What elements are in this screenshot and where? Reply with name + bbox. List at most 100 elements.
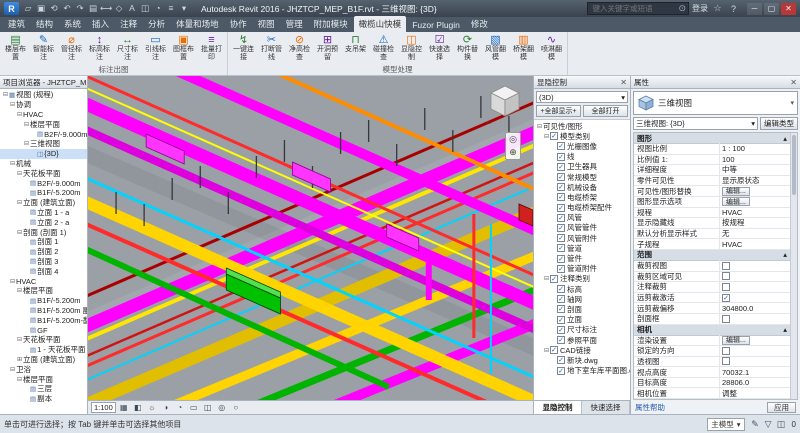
ribbon-button[interactable]: ⚠碰撞检查 <box>370 33 397 62</box>
ribbon-tab-structure[interactable]: 结构 <box>31 16 58 32</box>
default-3d-view-icon[interactable]: ◫ <box>139 2 151 15</box>
ribbon-button[interactable]: ◫显隐控制 <box>398 33 425 62</box>
property-value[interactable]: 编辑... <box>720 187 790 196</box>
ribbon-tab-architecture[interactable]: 建筑 <box>3 16 30 32</box>
edit-button[interactable]: 编辑... <box>722 187 750 196</box>
visibility-tree-item[interactable]: ✓标高 <box>534 284 630 294</box>
visibility-checkbox[interactable]: ✓ <box>557 204 565 212</box>
text-icon[interactable]: A <box>126 2 138 15</box>
expander-icon[interactable]: ⊟ <box>536 123 543 130</box>
tree-item[interactable]: ▤剖面 4 <box>0 266 87 276</box>
visibility-tree-item[interactable]: ✓卫生器具 <box>534 162 630 172</box>
qat-customize-icon[interactable]: ▾ <box>178 2 190 15</box>
ribbon-button[interactable]: ↔尺寸标注 <box>114 33 141 62</box>
expander-icon[interactable]: ⊟ <box>16 376 23 383</box>
visibility-checkbox[interactable]: ✓ <box>557 367 565 375</box>
visibility-panel-close-icon[interactable]: ✕ <box>620 78 627 87</box>
visibility-checkbox[interactable]: ✓ <box>550 132 558 140</box>
viewcube[interactable]: ⌂ <box>485 80 525 126</box>
tree-item[interactable]: ◫{3D} <box>0 149 87 159</box>
tree-item[interactable]: ⊟天花板平面 <box>0 168 87 178</box>
visibility-panel-header[interactable]: 显隐控制 ✕ <box>534 76 630 89</box>
visibility-tree-item[interactable]: ✓新块.dwg <box>534 355 630 365</box>
search-icon[interactable]: ⊙ <box>678 3 686 14</box>
property-value[interactable]: 无 <box>720 228 790 239</box>
visibility-checkbox[interactable]: ✓ <box>557 173 565 181</box>
property-value[interactable]: HVAC <box>720 208 790 217</box>
property-value[interactable] <box>720 347 790 355</box>
expander-icon[interactable]: ⊟ <box>9 278 16 285</box>
visibility-checkbox[interactable]: ✓ <box>557 193 565 201</box>
ribbon-tab-collaborate[interactable]: 协作 <box>225 16 252 32</box>
ribbon-tab-fuzor-plugin[interactable]: Fuzor Plugin <box>407 18 465 32</box>
select-toggle-icon[interactable]: ◫ <box>775 419 788 430</box>
visibility-tree-item[interactable]: ✓管道附件 <box>534 264 630 274</box>
view-scale-button[interactable]: 1:100 <box>91 402 116 413</box>
expander-icon[interactable]: ⊟ <box>9 160 16 167</box>
visibility-tree-item[interactable]: ⊟✓模型类别 <box>534 131 630 141</box>
expander-icon[interactable]: ⊟ <box>543 275 550 282</box>
thin-lines-icon[interactable]: ≡ <box>165 2 177 15</box>
visibility-tree-item[interactable]: ✓地下室车库平面图.dwg <box>534 366 630 376</box>
visibility-tree-item[interactable]: ✓轴网 <box>534 294 630 304</box>
property-checkbox[interactable] <box>722 262 730 270</box>
edit-type-button[interactable]: 编辑类型 <box>760 117 798 130</box>
visibility-tree-item[interactable]: ✓光栅图像 <box>534 141 630 151</box>
detail-level-icon[interactable]: ▦ <box>118 402 130 413</box>
expander-icon[interactable]: ⊟ <box>16 229 23 236</box>
property-checkbox[interactable] <box>722 315 730 323</box>
properties-scrollbar[interactable] <box>790 133 797 399</box>
sync-icon[interactable]: ⟲ <box>48 2 60 15</box>
visibility-checkbox[interactable]: ✓ <box>557 356 565 364</box>
tree-item[interactable]: ⊟协调 <box>0 100 87 110</box>
property-checkbox[interactable] <box>722 347 730 355</box>
property-value[interactable]: 1 : 100 <box>720 144 790 153</box>
help-icon[interactable]: ? <box>727 4 740 14</box>
ribbon-button[interactable]: ⌀管径标注 <box>58 33 85 62</box>
property-value[interactable]: 调整 <box>720 388 790 399</box>
property-value[interactable] <box>720 357 790 365</box>
property-value[interactable] <box>720 272 790 280</box>
visibility-tree-item[interactable]: ✓管道 <box>534 243 630 253</box>
visibility-tree-item[interactable]: ✓电缆桥架配件 <box>534 203 630 213</box>
minimize-button[interactable]: ─ <box>747 3 762 15</box>
visibility-tree-item[interactable]: ✓尺寸标注 <box>534 325 630 335</box>
tree-item[interactable]: ⊟楼层平面 <box>0 119 87 129</box>
property-value[interactable]: 中等 <box>720 164 790 175</box>
ribbon-tab-insert[interactable]: 插入 <box>87 16 114 32</box>
tree-item[interactable]: ⊟三维视图 <box>0 139 87 149</box>
visibility-checkbox[interactable]: ✓ <box>550 346 558 354</box>
visibility-tree-item[interactable]: ✓风管附件 <box>534 233 630 243</box>
open-all-button[interactable]: 全部打开 <box>583 105 628 117</box>
expander-icon[interactable]: ⊟ <box>23 121 30 128</box>
property-value[interactable] <box>720 262 790 270</box>
expander-icon[interactable]: ⊟ <box>543 133 550 140</box>
visibility-checkbox[interactable]: ✓ <box>557 183 565 191</box>
visibility-tree-item[interactable]: ✓线 <box>534 152 630 162</box>
tree-item[interactable]: ⊟▦视图 (规程) <box>0 90 87 100</box>
ribbon-tab-systems[interactable]: 系统 <box>59 16 86 32</box>
expander-icon[interactable]: ⊟ <box>16 199 23 206</box>
visibility-checkbox[interactable]: ✓ <box>550 275 558 283</box>
properties-help-link[interactable]: 属性帮助 <box>635 402 665 413</box>
visibility-tree-item[interactable]: ⊟可见性/图形 <box>534 121 630 131</box>
visual-style-icon[interactable]: ◧ <box>132 402 144 413</box>
visibility-checkbox[interactable]: ✓ <box>557 224 565 232</box>
steering-wheel-icon[interactable]: ◎ <box>509 133 517 146</box>
visibility-view-select[interactable]: (3D) ▾ <box>536 91 628 103</box>
project-browser-header[interactable]: 项目浏览器 - JHZTCP_MEP_B1F.rvt <box>0 76 87 89</box>
visibility-panel-tab[interactable]: 快速选择 <box>582 401 630 414</box>
open-icon[interactable]: ▱ <box>22 2 34 15</box>
redo-icon[interactable]: ↷ <box>74 2 86 15</box>
save-icon[interactable]: ▣ <box>35 2 47 15</box>
expander-icon[interactable]: ⊟ <box>16 111 23 118</box>
expander-icon[interactable]: ⊟ <box>16 170 23 177</box>
visibility-tree-item[interactable]: ✓常规模型 <box>534 172 630 182</box>
property-value[interactable] <box>720 315 790 323</box>
ribbon-tab-annotate[interactable]: 注释 <box>115 16 142 32</box>
expander-icon[interactable]: ⊟ <box>16 287 23 294</box>
expander-icon[interactable]: ⊟ <box>23 140 30 147</box>
visibility-checkbox[interactable]: ✓ <box>557 336 565 344</box>
design-option-select[interactable]: 主模型 ▾ <box>707 418 744 431</box>
filter-icon[interactable]: ▽ <box>762 419 775 430</box>
